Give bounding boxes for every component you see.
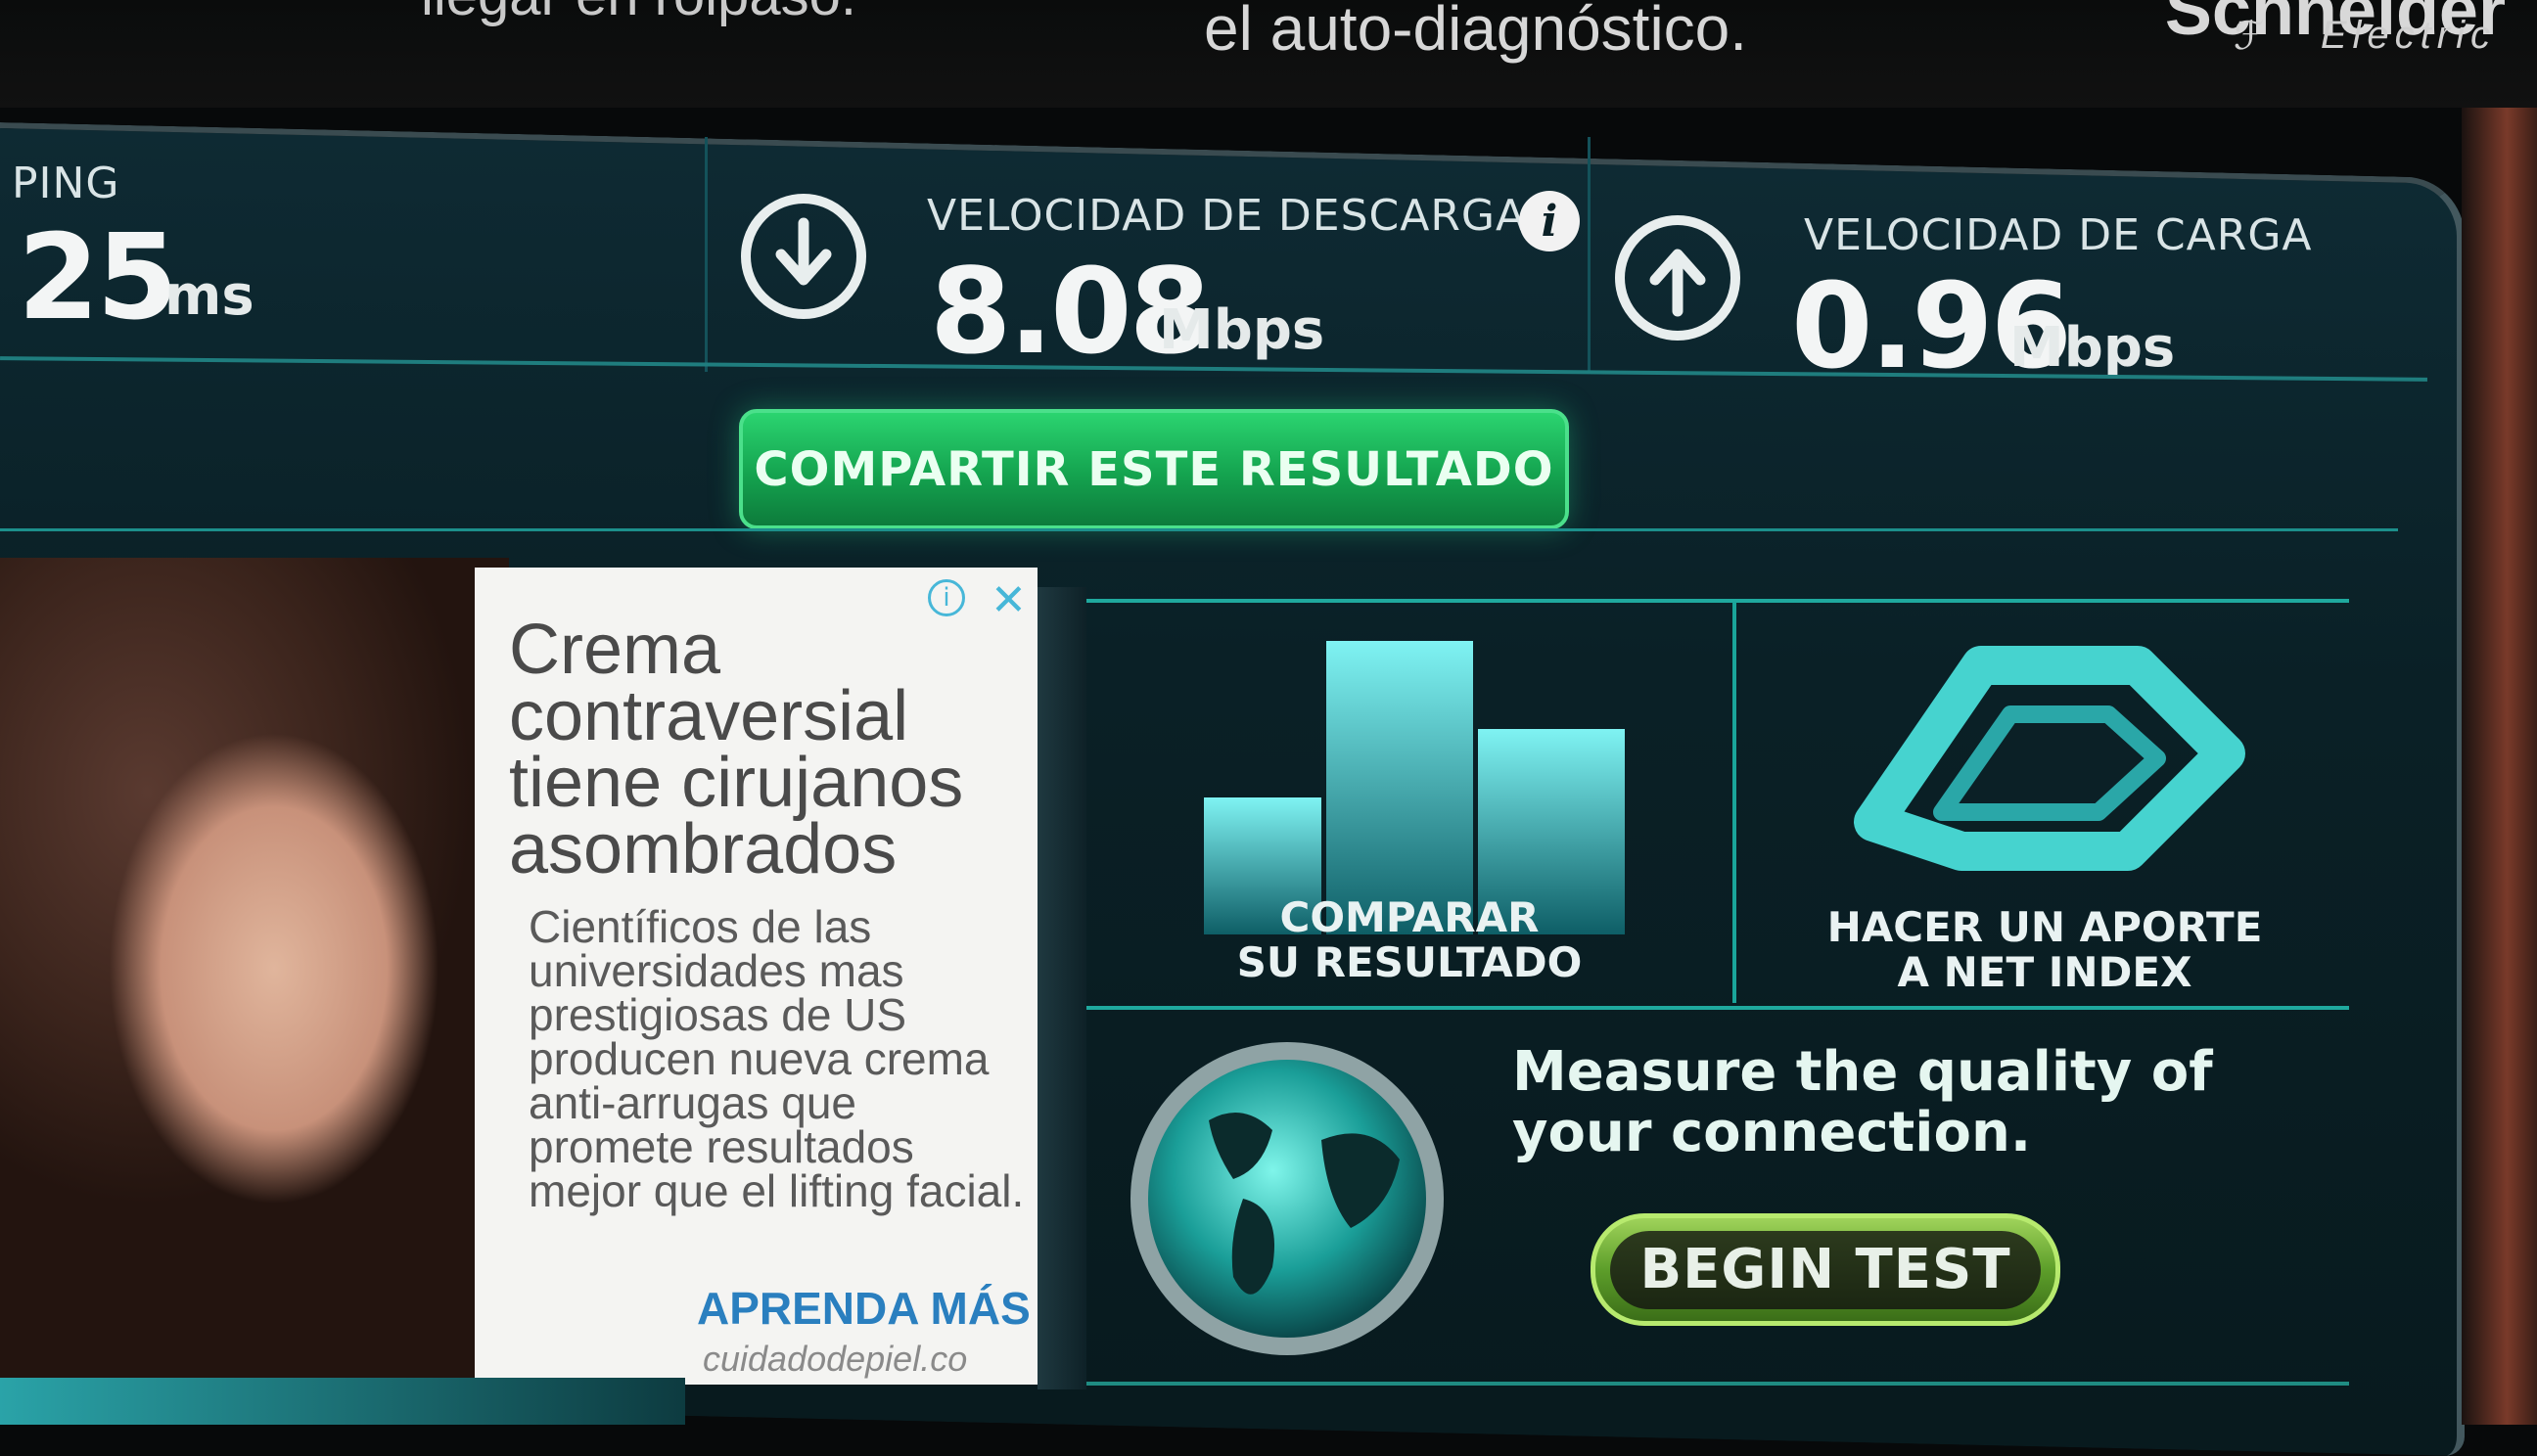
download-cell: VELOCIDAD DE DESCARGA i 8.08 Mbps bbox=[707, 137, 1591, 381]
net-index-icon bbox=[1854, 646, 2245, 871]
upload-unit: Mbps bbox=[2009, 316, 2176, 380]
ad-body[interactable]: Científicos de las universidades mas pre… bbox=[529, 904, 1028, 1213]
divider bbox=[1086, 1006, 2349, 1010]
compare-label: COMPARAR SU RESULTADO bbox=[1145, 895, 1674, 985]
schneider-logo-icon: ℱ bbox=[2234, 14, 2265, 59]
net-index-label: HACER UN APORTE A NET INDEX bbox=[1756, 905, 2333, 995]
ad-headline[interactable]: Crema contraversial tiene cirujanos asom… bbox=[509, 614, 1038, 885]
measure-tagline-line2: your connection. bbox=[1512, 1101, 2032, 1164]
ad-info-icon[interactable]: i bbox=[928, 579, 965, 616]
download-arrow-icon bbox=[741, 194, 866, 319]
ping-unit: ms bbox=[164, 264, 254, 328]
net-index-tile[interactable]: HACER UN APORTE A NET INDEX bbox=[1732, 602, 2353, 1003]
brand-logo: Schneider ℱ Electric bbox=[2144, 0, 2506, 88]
compare-label-line2: SU RESULTADO bbox=[1236, 938, 1583, 986]
net-index-label-line1: HACER UN APORTE bbox=[1826, 903, 2263, 951]
begin-test-button[interactable]: BEGIN TEST bbox=[1591, 1213, 2060, 1326]
globe-icon bbox=[1130, 1042, 1444, 1355]
divider bbox=[0, 528, 2398, 531]
measure-tagline: Measure the quality of your connection. bbox=[1512, 1042, 2315, 1163]
bar-chart-icon bbox=[1204, 641, 1625, 934]
ad-divider bbox=[1038, 587, 1086, 1389]
net-index-label-line2: A NET INDEX bbox=[1897, 948, 2192, 996]
upload-label: VELOCIDAD DE CARGA bbox=[1804, 210, 2313, 260]
compare-result-tile[interactable]: COMPARAR SU RESULTADO bbox=[1086, 602, 1732, 1003]
download-unit: Mbps bbox=[1159, 298, 1325, 362]
upload-cell: VELOCIDAD DE CARGA 0.96 Mbps bbox=[1591, 137, 2432, 395]
ping-value: 25 bbox=[18, 210, 178, 346]
upload-arrow-icon bbox=[1615, 215, 1740, 341]
top-caption-left: llegar en rolpaso. bbox=[421, 0, 856, 28]
download-label: VELOCIDAD DE DESCARGA bbox=[927, 191, 1527, 241]
ping-cell: PING 25 ms bbox=[0, 137, 708, 372]
measure-tagline-line1: Measure the quality of bbox=[1512, 1040, 2213, 1104]
ad-photo[interactable] bbox=[0, 558, 509, 1380]
ping-label: PING bbox=[12, 159, 120, 208]
info-icon[interactable]: i bbox=[1519, 191, 1580, 251]
bottom-glow bbox=[0, 1378, 685, 1425]
ad-learn-more-link[interactable]: APRENDA MÁS » bbox=[697, 1282, 1068, 1335]
begin-test-label: BEGIN TEST bbox=[1610, 1230, 2041, 1309]
top-caption: el auto-diagnóstico. bbox=[1204, 0, 1748, 64]
share-result-button[interactable]: COMPARTIR ESTE RESULTADO bbox=[739, 409, 1569, 529]
brand-sub: Electric bbox=[2320, 14, 2496, 57]
right-edge bbox=[2462, 108, 2537, 1425]
divider bbox=[1086, 1382, 2349, 1386]
compare-label-line1: COMPARAR bbox=[1279, 893, 1540, 941]
ad-url[interactable]: cuidadodepiel.co bbox=[703, 1339, 967, 1380]
